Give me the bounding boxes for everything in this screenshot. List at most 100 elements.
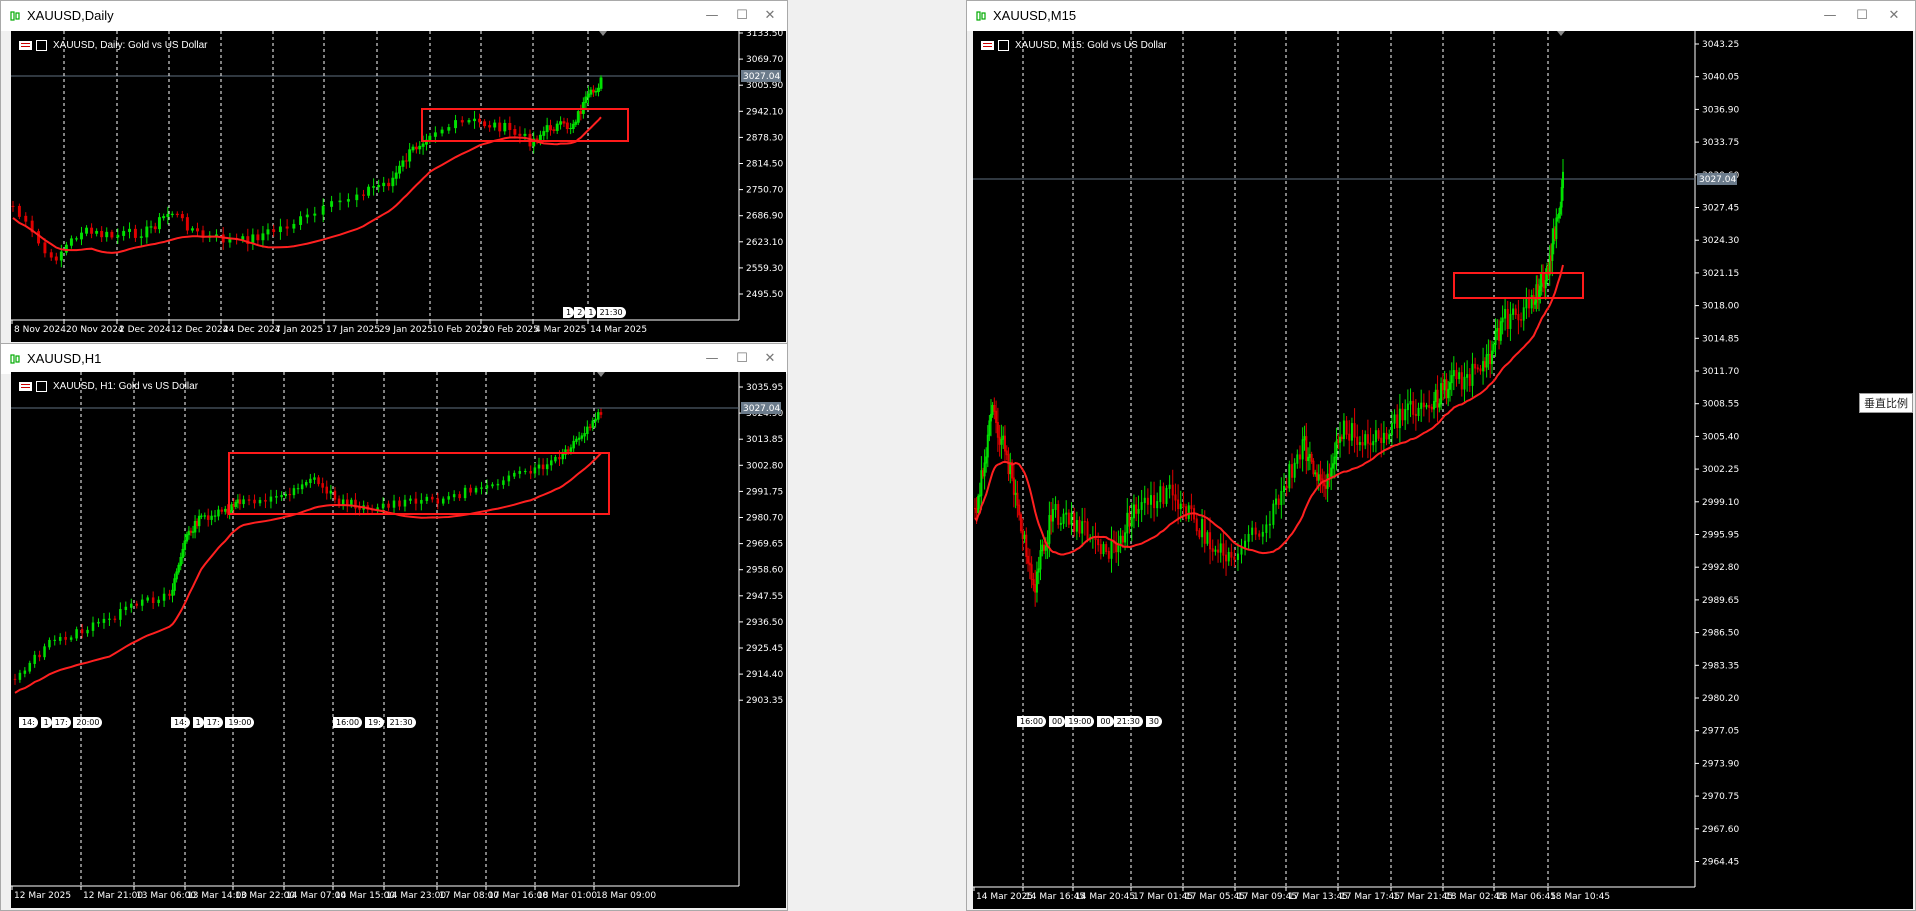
candle — [1018, 504, 1021, 516]
candle — [1438, 403, 1441, 408]
candle — [491, 484, 494, 487]
candle — [586, 426, 589, 435]
candle — [1504, 309, 1507, 319]
candle — [1187, 505, 1190, 519]
window-daily[interactable]: XAUUSD,Daily — ☐ ✕ XAUUSD, Daily: Gold v… — [0, 0, 788, 346]
candle — [1366, 434, 1369, 444]
window-m15[interactable]: XAUUSD,M15 — ☐ ✕ XAUUSD, M15: Gold vs US… — [966, 0, 1916, 911]
candle — [1377, 430, 1380, 439]
session-tip-label: 30 — [1145, 716, 1162, 727]
candle — [392, 500, 396, 508]
price-label: 2942.10 — [746, 107, 783, 117]
title-bar[interactable]: XAUUSD,M15 — ☐ ✕ — [967, 1, 1915, 31]
candle — [1364, 434, 1367, 446]
candle — [85, 227, 89, 234]
minimize-button[interactable]: — — [1815, 4, 1845, 28]
candle — [529, 470, 532, 474]
candle — [431, 496, 434, 500]
candle — [1382, 432, 1385, 444]
candle — [518, 471, 522, 474]
candle — [321, 205, 325, 215]
title-bar[interactable]: XAUUSD,Daily — ☐ ✕ — [1, 1, 787, 31]
candle — [518, 133, 522, 136]
candle — [1293, 462, 1296, 478]
maximize-button[interactable]: ☐ — [727, 4, 757, 28]
maximize-button[interactable]: ☐ — [1847, 4, 1877, 28]
candle — [1037, 568, 1040, 573]
chart-area[interactable]: XAUUSD, M15: Gold vs US Dollar 3043.25 30… — [973, 31, 1913, 909]
chart-area[interactable]: XAUUSD, H1: Gold vs US Dollar 3035.95 302… — [11, 372, 786, 908]
candle — [1097, 539, 1100, 546]
candle — [58, 636, 62, 641]
candle — [24, 215, 28, 222]
session-tip-label: 14: — [171, 717, 190, 728]
vertical-scale-button[interactable]: 垂直比例 — [1859, 393, 1913, 413]
candle — [175, 213, 179, 216]
chart-canvas[interactable]: 3133.50 3069.70 3005.90 2942.10 2878.30 2814.… — [11, 31, 786, 342]
candle — [1153, 495, 1156, 509]
candle — [1501, 317, 1504, 323]
price-label: 2958.60 — [746, 566, 783, 576]
title-bar[interactable]: XAUUSD,H1 — ☐ ✕ — [1, 344, 787, 374]
candle — [460, 120, 464, 123]
candle — [1555, 217, 1558, 240]
candle — [576, 111, 580, 123]
close-button[interactable]: ✕ — [755, 347, 785, 371]
candle — [1171, 484, 1174, 496]
candle — [1035, 571, 1038, 593]
candle — [1048, 515, 1051, 544]
candle — [1240, 547, 1243, 555]
window-title: XAUUSD,H1 — [27, 351, 102, 366]
chart-canvas[interactable]: 3043.253040.053036.903033.753030.603027.… — [973, 31, 1913, 909]
window-h1[interactable]: XAUUSD,H1 — ☐ ✕ XAUUSD, H1: Gold vs US D… — [0, 343, 788, 911]
candle — [591, 89, 595, 93]
price-label: 3033.75 — [1702, 138, 1739, 148]
candle — [253, 499, 256, 504]
candle — [59, 251, 63, 261]
chart-canvas[interactable]: 3035.953024.903013.853002.802991.752980.… — [11, 372, 786, 908]
candle — [1083, 521, 1086, 523]
session-tip-label: 00 — [1097, 716, 1114, 727]
candle — [508, 122, 512, 131]
minimize-button[interactable]: — — [697, 4, 727, 28]
candle — [110, 231, 114, 238]
session-tip-label: 1 — [192, 717, 204, 728]
candle — [54, 256, 58, 261]
candle — [1305, 436, 1308, 461]
candle — [382, 182, 386, 187]
candle — [97, 621, 100, 624]
price-label: 2750.70 — [746, 186, 783, 196]
price-label: 2878.30 — [746, 133, 783, 143]
price-label: 3036.90 — [1702, 105, 1739, 115]
candle — [206, 515, 210, 520]
chart-area[interactable]: XAUUSD, Daily: Gold vs US Dollar 3133.50… — [11, 31, 786, 342]
shift-marker-icon — [599, 31, 607, 36]
candle — [441, 498, 445, 504]
close-button[interactable]: ✕ — [755, 4, 785, 28]
candle — [1081, 521, 1084, 534]
candle — [1509, 313, 1512, 329]
candle — [1560, 187, 1563, 208]
price-label: 3014.85 — [1702, 334, 1739, 344]
time-label: 20 Nov 2024 — [66, 325, 124, 335]
candle — [292, 223, 296, 229]
candle — [1002, 435, 1005, 440]
candle — [1428, 405, 1431, 408]
candle — [433, 132, 437, 137]
candle — [565, 122, 569, 130]
candle — [998, 436, 1001, 445]
time-label: 4 Mar 2025 — [535, 325, 586, 335]
candle — [411, 146, 415, 151]
candle — [166, 214, 170, 218]
candle — [11, 205, 15, 207]
maximize-button[interactable]: ☐ — [727, 347, 757, 371]
minimize-button[interactable]: — — [697, 347, 727, 371]
candle — [454, 120, 458, 129]
candle — [1296, 454, 1299, 464]
candle — [333, 490, 337, 500]
candle — [1528, 298, 1531, 309]
candle — [1254, 527, 1257, 535]
candle — [157, 217, 161, 230]
close-button[interactable]: ✕ — [1879, 4, 1909, 28]
price-label: 2992.80 — [1702, 563, 1739, 573]
